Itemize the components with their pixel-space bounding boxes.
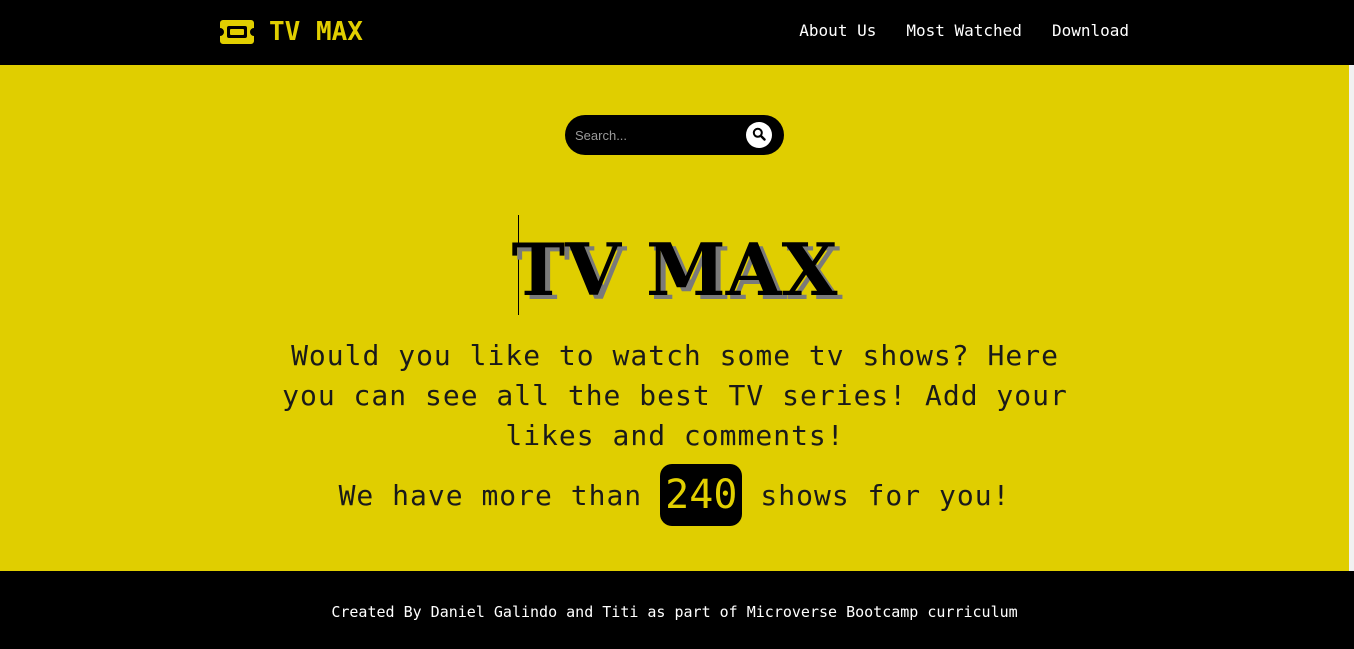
hero-description: Would you like to watch some tv shows? H… (282, 339, 1068, 452)
count-suffix: shows for you! (760, 478, 1011, 512)
count-prefix: We have more than (338, 478, 643, 512)
nav-links: About Us Most Watched Download (769, 20, 1129, 42)
footer: Created By Daniel Galindo and Titi as pa… (0, 571, 1354, 649)
search-icon (752, 126, 766, 145)
show-count-badge: 240 (660, 464, 743, 526)
brand-logo[interactable]: TV MAX (219, 15, 363, 49)
scrollbar[interactable] (1349, 65, 1354, 571)
footer-credits: Created By Daniel Galindo and Titi as pa… (331, 603, 1018, 621)
search-button[interactable] (746, 122, 772, 148)
hero-section: TV MAX Would you like to watch some tv s… (0, 65, 1349, 571)
nav-link-about-us[interactable]: About Us (799, 20, 876, 42)
ticket-icon (219, 19, 255, 45)
nav-link-download[interactable]: Download (1052, 20, 1129, 42)
navbar: TV MAX About Us Most Watched Download (0, 0, 1354, 65)
hero-title: TV MAX (511, 227, 838, 312)
brand-name: TV MAX (269, 17, 363, 47)
nav-link-most-watched[interactable]: Most Watched (906, 20, 1022, 42)
search-input[interactable] (575, 124, 745, 146)
show-count-line: We have more than 240 shows for you! (0, 464, 1349, 526)
search-bar (565, 115, 784, 155)
